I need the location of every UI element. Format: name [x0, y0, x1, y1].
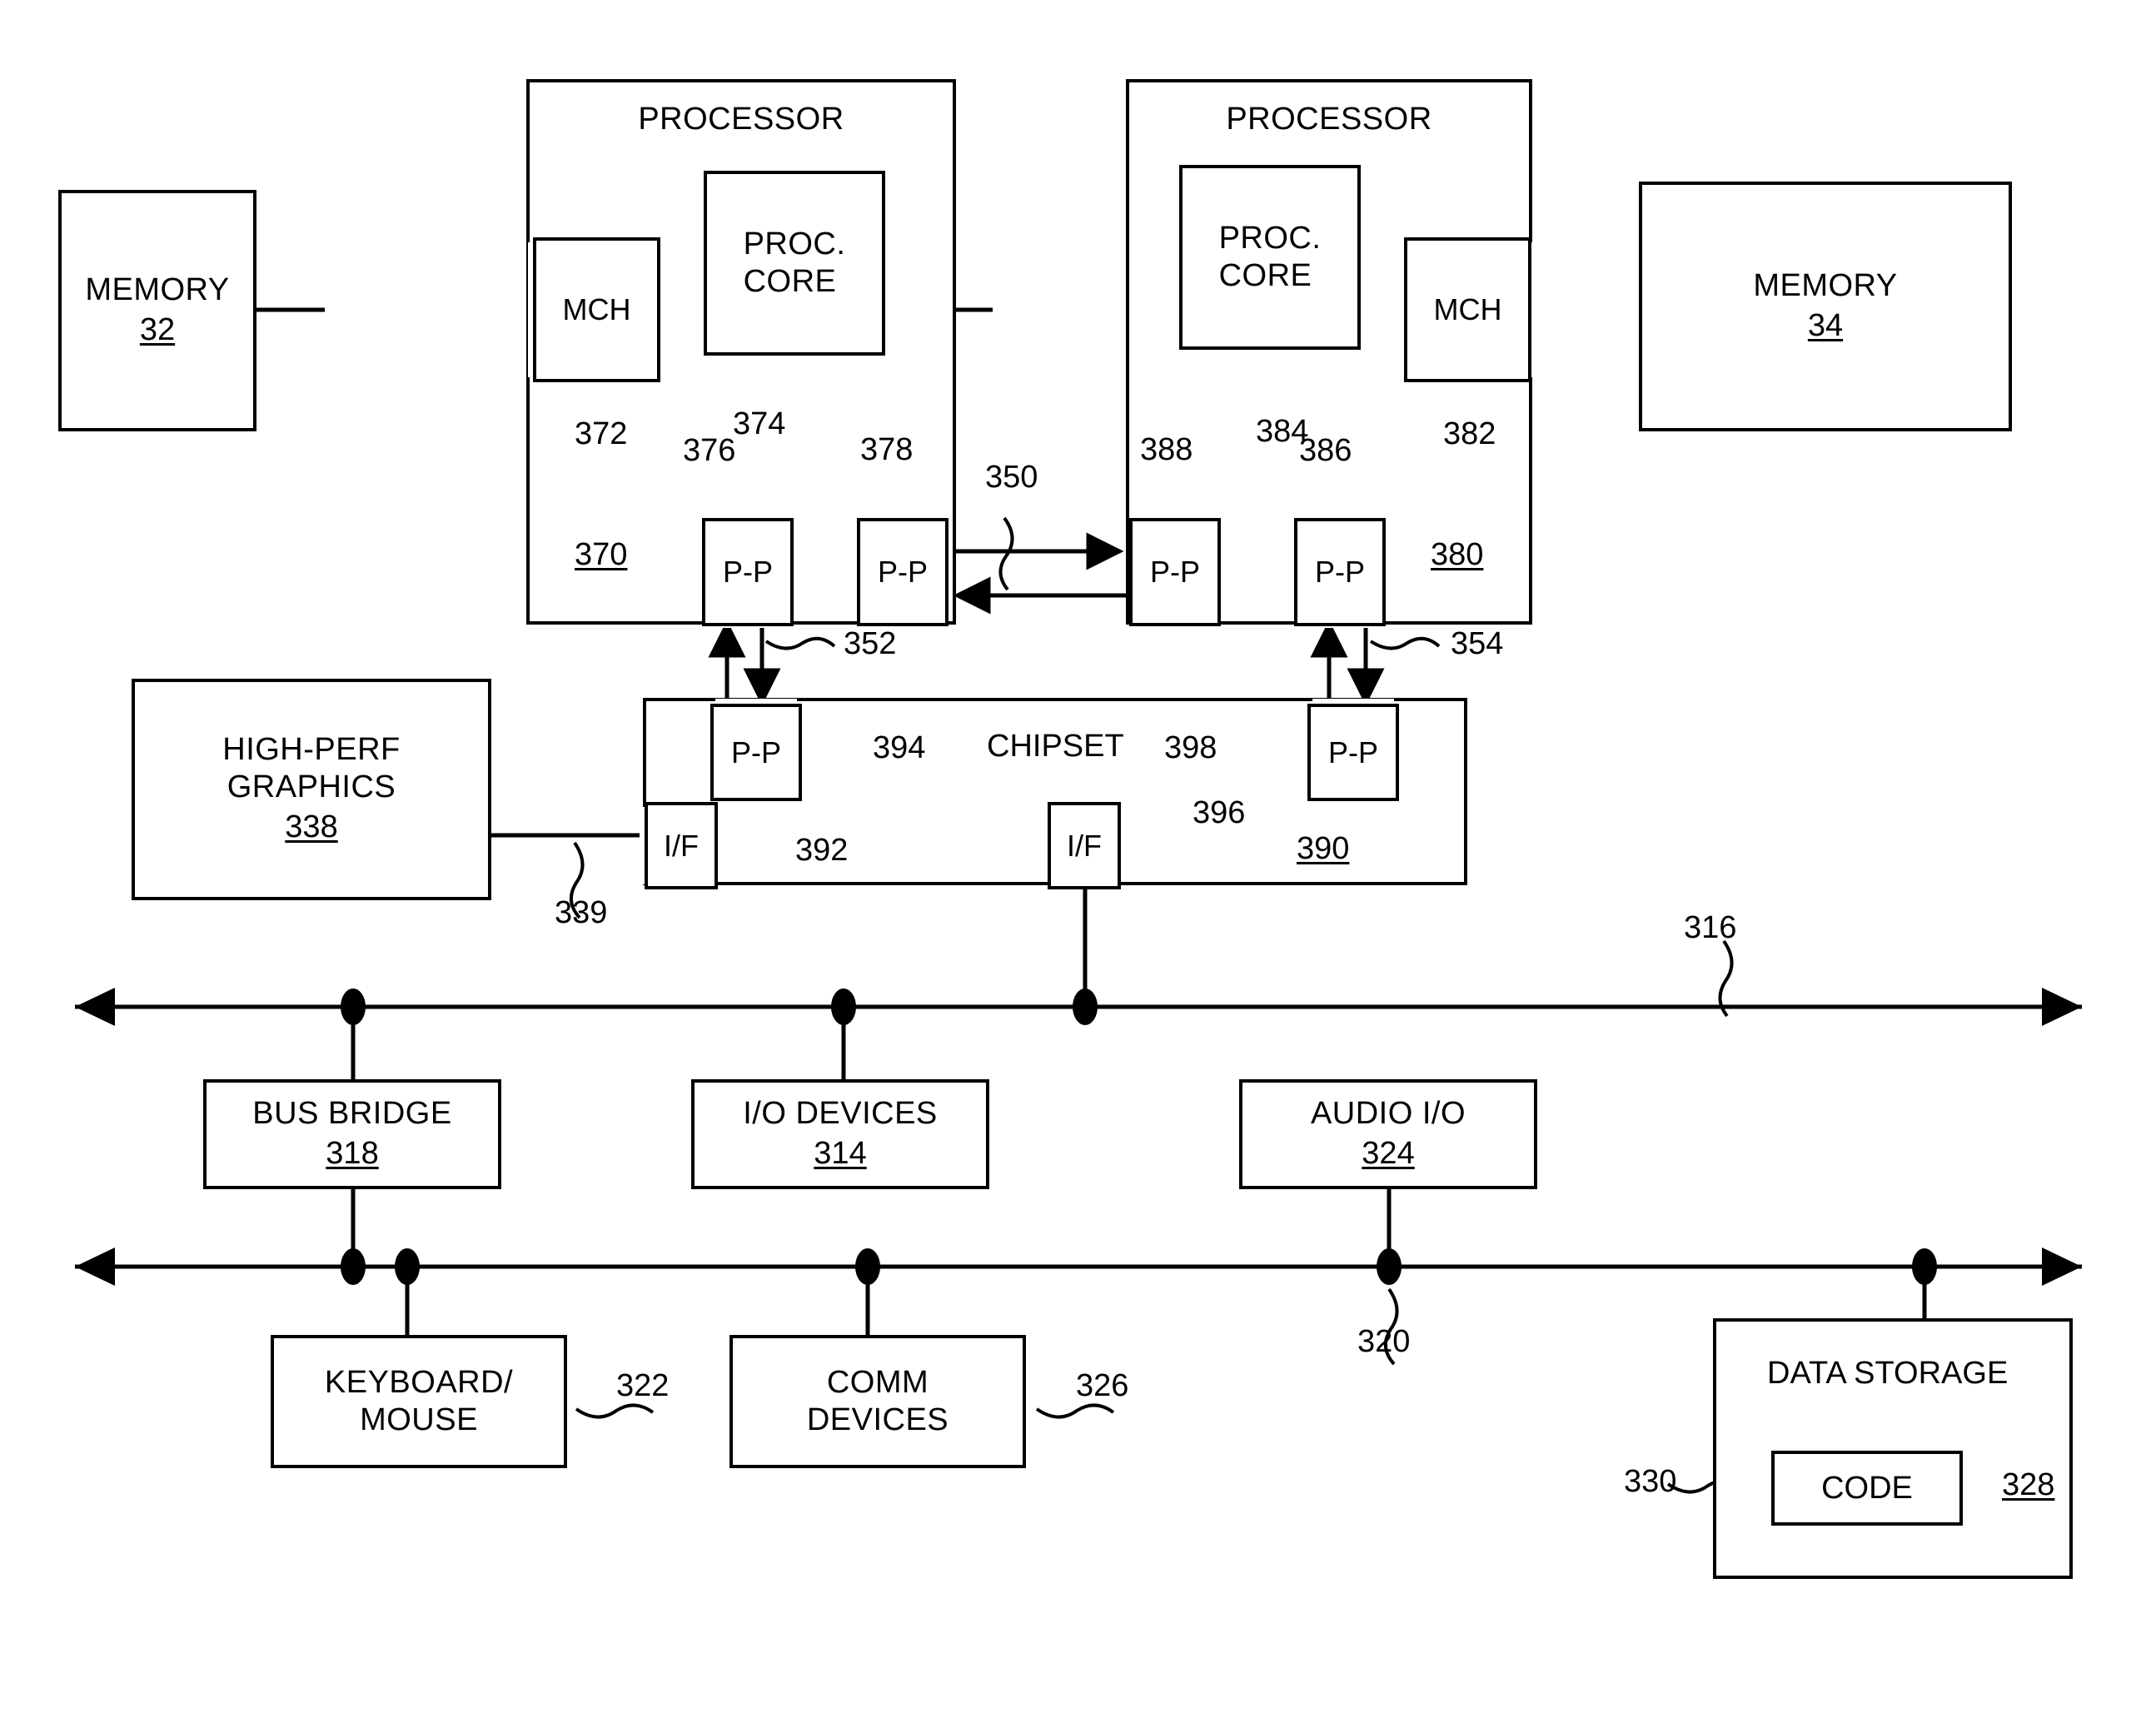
audio-io-324-ref: 324	[1362, 1135, 1415, 1171]
high-perf-graphics-338-block: HIGH-PERF GRAPHICS 338	[132, 679, 491, 900]
processor-380-title: PROCESSOR	[1226, 102, 1432, 137]
io-devices-314-block: I/O DEVICES 314	[691, 1079, 989, 1189]
bus-316-left-arrowhead	[75, 988, 115, 1026]
comm-devices-326-title: COMM DEVICES	[806, 1365, 949, 1437]
code-330-block: CODE	[1771, 1451, 1963, 1526]
pp-388-block: P-P	[1129, 518, 1221, 626]
processor-370-title: PROCESSOR	[638, 102, 844, 137]
memory-32-block: MEMORY 32	[58, 190, 256, 431]
ref-374: 374	[733, 406, 786, 441]
bus-bridge-318-block: BUS BRIDGE 318	[203, 1079, 501, 1189]
chipset-pp-398-block: P-P	[1307, 704, 1399, 801]
bus-316-right-arrowhead	[2042, 988, 2082, 1026]
ref-394: 394	[873, 730, 926, 765]
ref-382: 382	[1443, 416, 1496, 451]
ref-354: 354	[1451, 626, 1504, 661]
ref-326: 326	[1076, 1368, 1129, 1403]
ref-322: 322	[616, 1368, 670, 1403]
ref-396: 396	[1193, 795, 1246, 830]
chipset-390-title: CHIPSET	[987, 729, 1124, 764]
io-devices-314-ref: 314	[814, 1135, 867, 1171]
audio-io-324-title: AUDIO I/O	[1310, 1095, 1466, 1131]
mch-372-block: MCH	[533, 237, 660, 382]
graphics-338-ref: 338	[285, 809, 338, 845]
bus-320-right-arrowhead	[2042, 1247, 2082, 1286]
comm-devices-326-block: COMM DEVICES	[729, 1335, 1026, 1468]
pp-386-block: P-P	[1294, 518, 1386, 626]
io-devices-314-title: I/O DEVICES	[743, 1095, 938, 1131]
memory-32-title: MEMORY	[85, 271, 230, 307]
ref-320: 320	[1357, 1324, 1411, 1359]
ref-372: 372	[575, 416, 628, 451]
ref-378: 378	[860, 432, 914, 467]
ref-392: 392	[795, 833, 849, 868]
patent-figure-canvas: MEMORY 32 PROCESSOR 370 PROC. CORE MCH P…	[0, 0, 2156, 1718]
ref-398: 398	[1164, 730, 1217, 765]
ref-386: 386	[1299, 433, 1352, 468]
chipset-if-396-block: I/F	[1048, 802, 1121, 889]
memory-34-title: MEMORY	[1753, 267, 1898, 303]
processor-370-ref: 370	[575, 537, 628, 572]
ref-376: 376	[683, 433, 736, 468]
bus-320-left-arrowhead	[75, 1247, 115, 1286]
bus-bridge-318-ref: 318	[326, 1135, 379, 1171]
proc-core-374-title: PROC. CORE	[743, 227, 846, 299]
memory-34-ref: 34	[1807, 307, 1844, 343]
proc-core-384-block: PROC. CORE	[1179, 165, 1361, 350]
mch-382-block: MCH	[1404, 237, 1531, 382]
pp-378-block: P-P	[857, 518, 949, 626]
memory-34-block: MEMORY 34	[1639, 182, 2012, 431]
keyboard-mouse-322-title: KEYBOARD/ MOUSE	[324, 1365, 514, 1437]
ref-350: 350	[985, 460, 1038, 495]
graphics-338-title: HIGH-PERF GRAPHICS	[222, 732, 401, 805]
chipset-pp-394-block: P-P	[710, 704, 802, 801]
ref-388: 388	[1140, 432, 1193, 467]
chipset-if-392-block: I/F	[645, 802, 718, 889]
data-storage-328-title: DATA STORAGE	[1767, 1356, 2009, 1391]
memory-32-ref: 32	[139, 311, 176, 347]
ref-352: 352	[844, 626, 897, 661]
ref-316: 316	[1684, 910, 1737, 945]
processor-380-ref: 380	[1431, 537, 1484, 572]
bus-bridge-318-title: BUS BRIDGE	[252, 1095, 452, 1131]
ref-339: 339	[555, 895, 608, 930]
ref-330: 330	[1624, 1464, 1677, 1499]
pp-376-block: P-P	[702, 518, 794, 626]
proc-core-384-title: PROC. CORE	[1218, 221, 1322, 293]
bus-junction-dots	[341, 988, 1937, 1285]
keyboard-mouse-322-block: KEYBOARD/ MOUSE	[271, 1335, 567, 1468]
data-storage-328-ref: 328	[2002, 1467, 2055, 1502]
audio-io-324-block: AUDIO I/O 324	[1239, 1079, 1537, 1189]
chipset-390-ref: 390	[1297, 831, 1350, 866]
proc-core-374-block: PROC. CORE	[704, 171, 885, 356]
